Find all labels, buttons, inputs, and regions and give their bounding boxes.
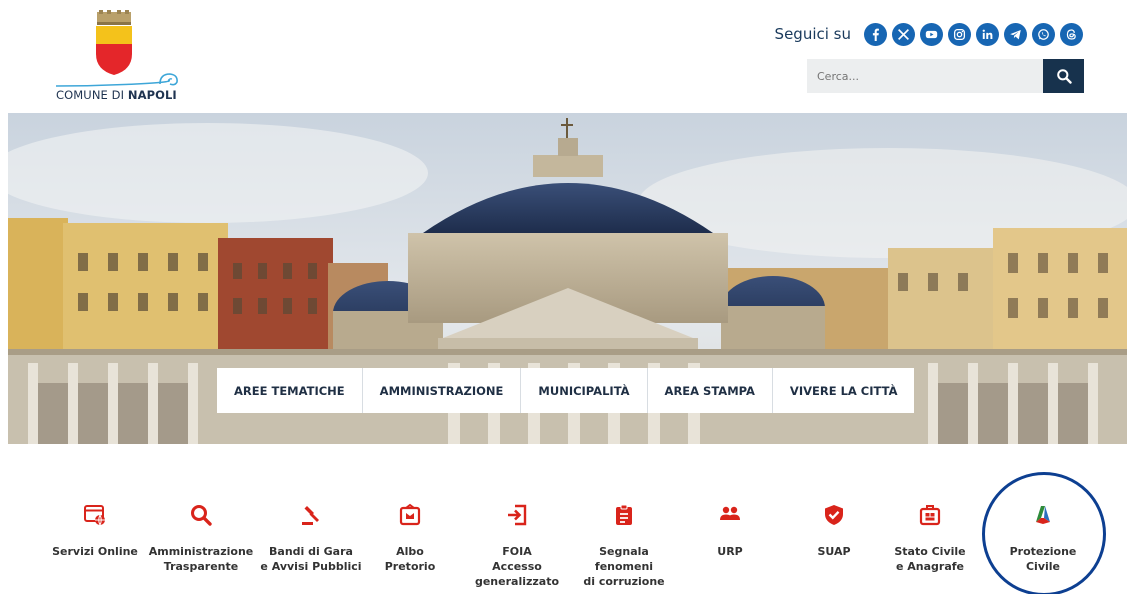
quick-link-suap[interactable]: SUAP	[779, 500, 889, 559]
comune-logo[interactable]: COMUNE DI NAPOLI	[56, 10, 186, 105]
quick-links: Servizi Online Amministrazione Trasparent…	[0, 500, 1127, 594]
social-label: Seguici su	[774, 25, 851, 43]
youtube-icon[interactable]	[920, 22, 943, 46]
whatsapp-icon[interactable]	[1032, 22, 1055, 46]
main-nav: AREE TEMATICHE AMMINISTRAZIONE MUNICIPAL…	[217, 368, 915, 413]
clipboard-icon	[609, 500, 639, 530]
nav-area-stampa[interactable]: AREA STAMPA	[648, 368, 773, 413]
search-button[interactable]	[1043, 59, 1084, 93]
search-bar	[807, 59, 1084, 93]
social-bar: Seguici su	[775, 22, 1083, 46]
civil-protection-icon	[1028, 500, 1058, 530]
city-crest-icon	[96, 10, 132, 75]
quick-link-label: Bandi di Gara e Avvisi Pubblici	[260, 545, 362, 573]
search-icon	[1056, 69, 1072, 84]
quick-link-urp[interactable]: URP	[675, 500, 785, 559]
quick-link-amministrazione-trasparente[interactable]: Amministrazione Trasparente	[146, 500, 256, 574]
people-icon	[715, 500, 745, 530]
quick-link-label: Albo Pretorio	[384, 545, 436, 573]
threads-icon[interactable]	[1060, 22, 1083, 46]
search-icon	[186, 500, 216, 530]
search-input[interactable]	[807, 59, 1043, 93]
quick-link-servizi-online[interactable]: Servizi Online	[40, 500, 150, 559]
quick-link-label: Amministrazione Trasparente	[148, 545, 254, 573]
registry-office-icon	[915, 500, 945, 530]
telegram-icon[interactable]	[1004, 22, 1027, 46]
login-arrow-icon	[502, 500, 532, 530]
notice-board-icon	[395, 500, 425, 530]
nav-municipalita[interactable]: MUNICIPALITÀ	[521, 368, 648, 413]
quick-link-label: SUAP	[817, 545, 851, 558]
shield-check-icon	[819, 500, 849, 530]
nav-aree-tematiche[interactable]: AREE TEMATICHE	[217, 368, 363, 413]
nav-amministrazione[interactable]: AMMINISTRAZIONE	[363, 368, 522, 413]
gavel-icon	[296, 500, 326, 530]
x-icon[interactable]	[892, 22, 915, 46]
browser-globe-icon	[80, 500, 110, 530]
nav-vivere-la-citta[interactable]: VIVERE LA CITTÀ	[773, 368, 915, 413]
instagram-icon[interactable]	[948, 22, 971, 46]
quick-link-albo-pretorio[interactable]: Albo Pretorio	[355, 500, 465, 574]
quick-link-label: FOIA Accesso generalizzato	[474, 545, 560, 588]
quick-link-segnala-corruzione[interactable]: Segnala fenomeni di corruzione	[569, 500, 679, 589]
quick-link-protezione-civile[interactable]: Protezione Civile	[988, 500, 1098, 574]
quick-link-label: Stato Civile e Anagrafe	[894, 545, 966, 573]
quick-link-label: Segnala fenomeni di corruzione	[583, 545, 665, 588]
quick-link-stato-civile[interactable]: Stato Civile e Anagrafe	[875, 500, 985, 574]
quick-link-label: URP	[717, 545, 743, 558]
quick-link-label: Servizi Online	[52, 545, 138, 558]
linkedin-icon[interactable]	[976, 22, 999, 46]
quick-link-label: Protezione Civile	[1009, 545, 1077, 573]
facebook-icon[interactable]	[864, 22, 887, 46]
quick-link-bandi-di-gara[interactable]: Bandi di Gara e Avvisi Pubblici	[256, 500, 366, 574]
logo-text: COMUNE DI NAPOLI	[56, 88, 177, 102]
quick-link-foia[interactable]: FOIA Accesso generalizzato	[462, 500, 572, 589]
